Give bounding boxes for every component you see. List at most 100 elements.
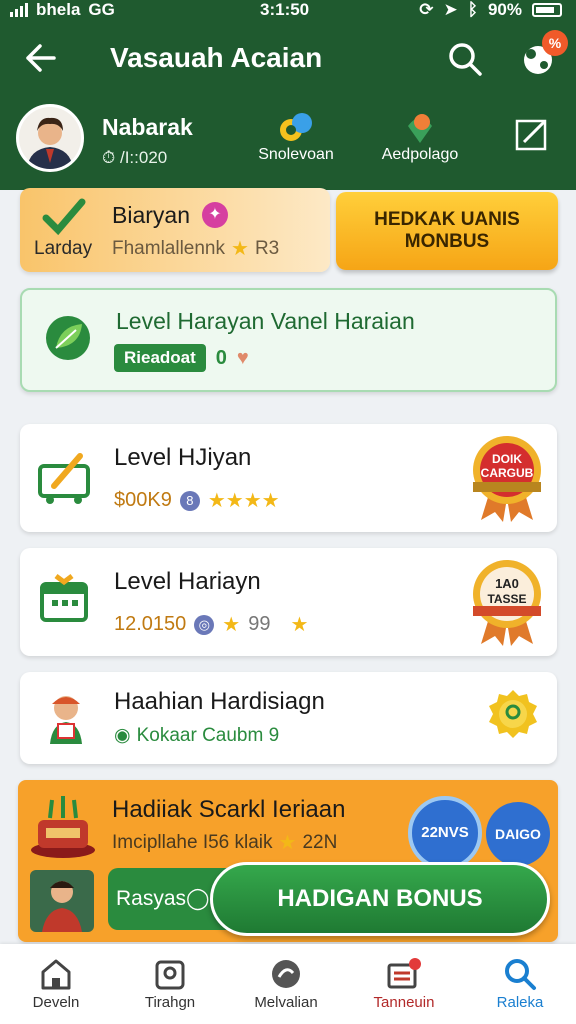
nav-item-2[interactable]: Tirahgn bbox=[120, 954, 220, 1018]
page-title: Vasauah Acaian bbox=[110, 42, 323, 73]
level-card-title: Level Harayan Vanel Haraian bbox=[116, 308, 415, 334]
nav-label: Raleka bbox=[496, 994, 544, 1011]
arrow-left-icon bbox=[26, 44, 56, 72]
star-icon: ★ bbox=[278, 832, 297, 854]
header-action-1-label: Snolevoan bbox=[258, 146, 334, 163]
edit-button[interactable] bbox=[514, 116, 550, 152]
header: Vasauah Acaian % Nabarak ⏱ /I::020 Snole… bbox=[0, 22, 576, 190]
compass-icon bbox=[272, 960, 300, 988]
item-title: Level Hariayn bbox=[114, 568, 261, 595]
home-icon bbox=[41, 959, 71, 990]
top-bar: Vasauah Acaian % bbox=[0, 30, 576, 80]
bluetooth-icon: ᛒ bbox=[467, 0, 478, 19]
leaf-icon bbox=[46, 316, 90, 360]
coin-icon: 8 bbox=[179, 490, 200, 511]
inbox-icon bbox=[387, 958, 421, 989]
check-flag-icon bbox=[42, 198, 86, 236]
location-icon: ➤ bbox=[443, 0, 458, 19]
gift-button[interactable]: % bbox=[518, 30, 568, 78]
daily-subtitle-row: Fhamlallennk ★ R3 bbox=[112, 236, 279, 261]
signal-icon bbox=[10, 3, 28, 17]
item-value-row: $00K9 8 ★★★★ bbox=[114, 488, 280, 513]
list-item[interactable]: Level HJiyan $00K9 8 ★★★★ DOIK CARGUB bbox=[20, 424, 557, 532]
header-action-1[interactable]: Snolevoan bbox=[246, 110, 346, 170]
nav-item-3[interactable]: Melvalian bbox=[236, 954, 336, 1018]
ribbon-badge: DOIK CARGUB bbox=[467, 432, 547, 522]
avatar[interactable] bbox=[16, 104, 84, 172]
calendar-icon bbox=[40, 574, 88, 622]
sync-icon: ⟳ bbox=[419, 0, 434, 19]
star-icon: ★ bbox=[222, 614, 241, 636]
nav-label: Melvalian bbox=[254, 994, 318, 1011]
nav-label: Tanneuin bbox=[373, 994, 435, 1011]
item-value: Kokaar Caubm 9 bbox=[136, 724, 280, 746]
sparkle-icon: ✦ bbox=[202, 202, 228, 228]
battery-icon bbox=[532, 3, 562, 17]
hadigan-bonus-button[interactable]: HADIGAN BONUS bbox=[210, 862, 550, 936]
daily-side-label: Larday bbox=[34, 238, 93, 259]
battery-percent: 90% bbox=[487, 0, 522, 19]
nav-label: Develn bbox=[32, 994, 80, 1011]
network-label: GG bbox=[88, 0, 115, 19]
search-button[interactable] bbox=[446, 40, 484, 78]
clock: 3:1:50 bbox=[260, 0, 310, 19]
promo-rating: 22N bbox=[302, 831, 338, 853]
level-card-count: 0 bbox=[215, 346, 227, 369]
carrier-label: bhela bbox=[36, 0, 81, 19]
cake-icon bbox=[31, 796, 95, 858]
ribbon-line-2: CARGUB bbox=[480, 466, 534, 480]
item-extra: 99 bbox=[248, 613, 271, 635]
item-value-row: 12.0150 ◎ ★ 99 ★ bbox=[114, 612, 308, 637]
list-item[interactable]: Haahian Hardisiagn ◉ Kokaar Caubm 9 bbox=[20, 672, 557, 764]
bottom-nav: Develn Tirahgn Melvalian Tanneuin Raleka bbox=[0, 944, 576, 1024]
user-timer: ⏱ /I::020 bbox=[102, 148, 168, 167]
level-card[interactable]: Level Harayan Vanel Haraian Rieadoat 0 ♥ bbox=[20, 288, 557, 392]
gift-box-icon bbox=[155, 960, 185, 990]
nav-item-home[interactable]: Develn bbox=[6, 954, 106, 1018]
daily-card[interactable]: Larday Biaryan ✦ Fhamlallennk ★ R3 bbox=[20, 188, 330, 272]
claim-line-2: MONBUS bbox=[404, 231, 490, 252]
daily-subtitle: Fhamlallennk bbox=[112, 237, 225, 259]
person-icon bbox=[50, 696, 82, 744]
map-pin-icon bbox=[408, 114, 432, 143]
search-icon bbox=[505, 959, 536, 990]
daily-rating: R3 bbox=[254, 237, 280, 259]
header-action-2-label: Aedpolago bbox=[381, 146, 459, 163]
status-bar: bhela GG 3:1:50 ⟳ ➤ ᛒ 90% bbox=[0, 0, 576, 22]
profile-row: Nabarak ⏱ /I::020 Snolevoan Aedpolago bbox=[0, 104, 576, 190]
notification-badge: % bbox=[542, 30, 568, 56]
medal-icon bbox=[489, 690, 537, 738]
edit-icon bbox=[515, 119, 547, 151]
coin-icon: ◎ bbox=[194, 614, 215, 635]
daily-title: Biaryan bbox=[112, 202, 190, 228]
header-action-2[interactable]: Aedpolago bbox=[370, 110, 470, 170]
level-card-tag[interactable]: Rieadoat bbox=[114, 344, 206, 372]
search-icon bbox=[449, 43, 482, 76]
promo-subtitle-row: Imcipllahe I56 klaik ★ 22N bbox=[112, 830, 337, 855]
item-title: Haahian Hardisiagn bbox=[114, 688, 325, 715]
nav-item-4[interactable]: Tanneuin bbox=[354, 954, 454, 1018]
star-icon: ★★★★ bbox=[207, 490, 280, 512]
level-card-tag-row: Rieadoat 0 ♥ bbox=[114, 344, 249, 372]
ribbon-line-2: TASSE bbox=[487, 592, 527, 606]
user-name: Nabarak bbox=[102, 114, 193, 140]
promo-chip-2[interactable]: DAIGO bbox=[486, 802, 550, 866]
nav-label: Tirahgn bbox=[144, 994, 196, 1011]
list-item[interactable]: Level Hariayn 12.0150 ◎ ★ 99 ★ 1A0 TASSE bbox=[20, 548, 557, 656]
back-button[interactable] bbox=[22, 42, 58, 74]
ribbon-badge: 1A0 TASSE bbox=[467, 556, 547, 646]
heart-icon: ♥ bbox=[236, 346, 249, 369]
claim-bonus-button[interactable]: HEDKAK UANIS MONBUS bbox=[336, 192, 558, 270]
promo-subtitle: Imcipllahe I56 klaik bbox=[112, 831, 273, 853]
nav-item-search[interactable]: Raleka bbox=[470, 954, 570, 1018]
promo-chip-1[interactable]: 22NVS bbox=[408, 796, 482, 870]
star-icon: ★ bbox=[290, 614, 309, 636]
star-icon: ★ bbox=[231, 238, 249, 260]
cart-icon bbox=[38, 453, 90, 504]
check-circle-icon: ◉ bbox=[114, 725, 131, 746]
item-value: 12.0150 bbox=[114, 613, 187, 635]
promo-title: Hadiiak Scarkl Ieriaan bbox=[112, 796, 346, 823]
ribbon-line-1: DOIK bbox=[492, 452, 522, 466]
chat-bubbles-icon bbox=[280, 113, 312, 141]
item-title: Level HJiyan bbox=[114, 444, 252, 471]
